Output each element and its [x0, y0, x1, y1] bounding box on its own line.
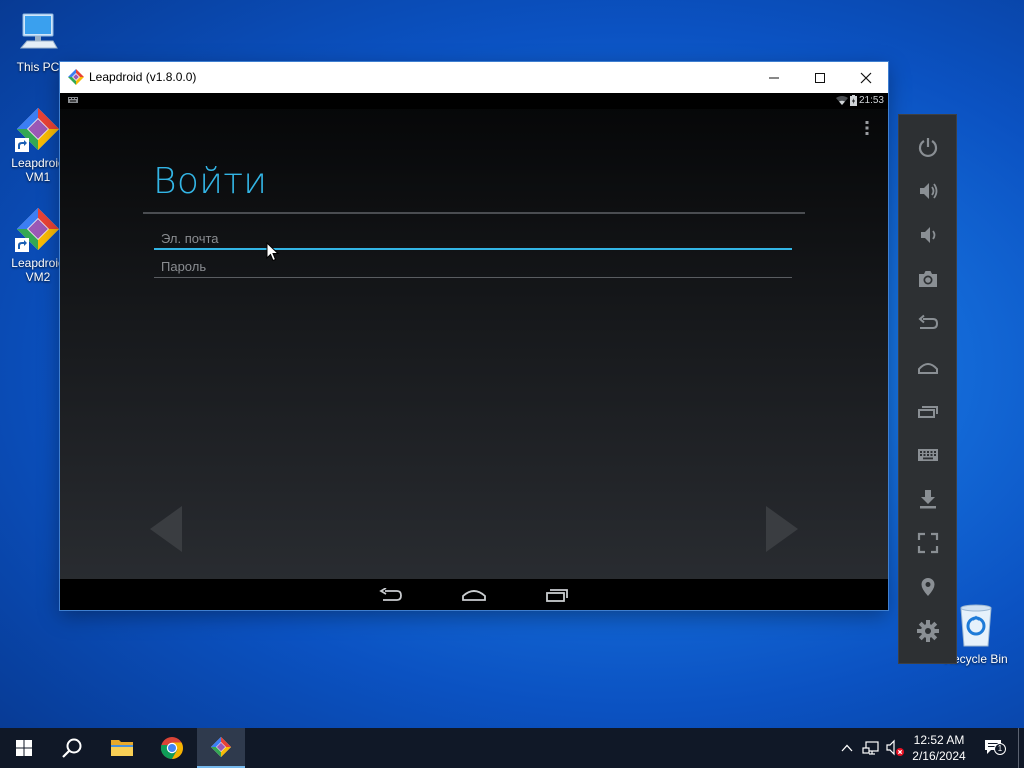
network-button[interactable]	[860, 728, 882, 768]
android-nav-bar	[60, 579, 888, 610]
back-button[interactable]	[899, 301, 956, 345]
fullscreen-icon	[917, 532, 938, 554]
search-icon	[62, 738, 82, 758]
battery-icon	[849, 95, 857, 106]
action-center-button[interactable]: 1	[980, 728, 1010, 768]
leapdroid-icon	[15, 106, 61, 152]
recent-apps-icon	[917, 406, 938, 418]
location-icon	[921, 578, 934, 596]
clock-time: 12:52 AM	[913, 733, 965, 747]
chrome-button[interactable]	[148, 728, 196, 768]
volume-down-button[interactable]	[899, 213, 956, 257]
power-icon	[918, 138, 937, 158]
title-divider	[143, 212, 805, 214]
search-button[interactable]	[48, 728, 96, 768]
login-title: Войти	[153, 161, 268, 202]
taskbar: 12:52 AM 2/16/2024 1	[0, 728, 1024, 768]
volume-up-button[interactable]	[899, 169, 956, 213]
keyboard-icon	[917, 449, 938, 461]
volume-down-icon	[920, 227, 935, 243]
minimize-button[interactable]	[751, 62, 797, 93]
android-recent-apps-button[interactable]	[527, 579, 587, 610]
location-button[interactable]	[899, 565, 956, 609]
recent-apps-icon	[546, 588, 568, 602]
taskbar-clock[interactable]: 12:52 AM 2/16/2024	[902, 732, 976, 764]
windows-logo-icon	[16, 740, 32, 756]
android-screen[interactable]: 21:53 Войти	[60, 93, 888, 610]
status-time: 21:53	[858, 95, 884, 106]
power-button[interactable]	[899, 125, 956, 169]
overflow-menu-icon[interactable]	[862, 120, 872, 136]
android-status-bar: 21:53	[60, 93, 888, 109]
computer-icon	[15, 10, 61, 56]
password-input[interactable]	[154, 256, 792, 278]
leapdroid-window: Leapdroid (v1.8.0.0) 21:53 Войти Эл. поч…	[60, 62, 888, 610]
notification-count-badge: 1	[994, 743, 1006, 755]
keyboard-button[interactable]	[899, 433, 956, 477]
show-hidden-icons-button[interactable]	[836, 728, 858, 768]
recent-apps-button[interactable]	[899, 389, 956, 433]
settings-button[interactable]	[899, 609, 956, 653]
back-icon	[379, 587, 402, 601]
shortcut-arrow-icon	[15, 138, 29, 152]
maximize-button[interactable]	[797, 62, 843, 93]
volume-up-icon	[919, 183, 937, 199]
download-icon	[919, 490, 936, 509]
close-button[interactable]	[843, 62, 889, 93]
start-button[interactable]	[0, 728, 48, 768]
leapdroid-app-icon	[68, 69, 84, 85]
android-home-button[interactable]	[444, 579, 504, 610]
fullscreen-button[interactable]	[899, 521, 956, 565]
camera-icon	[918, 271, 937, 287]
email-input[interactable]	[154, 228, 792, 250]
window-title: Leapdroid (v1.8.0.0)	[89, 70, 197, 84]
file-explorer-button[interactable]	[98, 728, 146, 768]
next-arrow-icon[interactable]	[764, 504, 800, 554]
home-button[interactable]	[899, 345, 956, 389]
recycle-bin-icon	[953, 600, 999, 648]
window-titlebar[interactable]: Leapdroid (v1.8.0.0)	[60, 62, 888, 93]
install-apk-button[interactable]	[899, 477, 956, 521]
leapdroid-icon	[15, 206, 61, 252]
show-desktop-button[interactable]	[1018, 728, 1019, 768]
chrome-icon	[160, 737, 183, 759]
shortcut-arrow-icon	[15, 238, 29, 252]
leapdroid-taskbar-button[interactable]	[197, 728, 245, 768]
network-icon	[862, 741, 879, 755]
back-icon	[917, 314, 938, 329]
gear-icon	[916, 620, 939, 642]
clock-date: 2/16/2024	[912, 749, 966, 763]
close-icon	[860, 72, 872, 83]
home-icon	[917, 363, 938, 374]
maximize-icon	[815, 72, 825, 83]
mouse-cursor-icon	[266, 242, 280, 262]
home-icon	[462, 589, 486, 601]
screenshot-button[interactable]	[899, 257, 956, 301]
keyboard-notification-icon	[68, 97, 78, 103]
chevron-up-icon	[841, 744, 853, 752]
leapdroid-icon	[211, 737, 231, 757]
android-back-button[interactable]	[361, 579, 421, 610]
previous-arrow-icon[interactable]	[148, 504, 184, 554]
emulator-toolbar	[898, 114, 957, 664]
wifi-icon	[835, 95, 848, 105]
minimize-icon	[769, 77, 779, 78]
folder-icon	[111, 740, 133, 756]
